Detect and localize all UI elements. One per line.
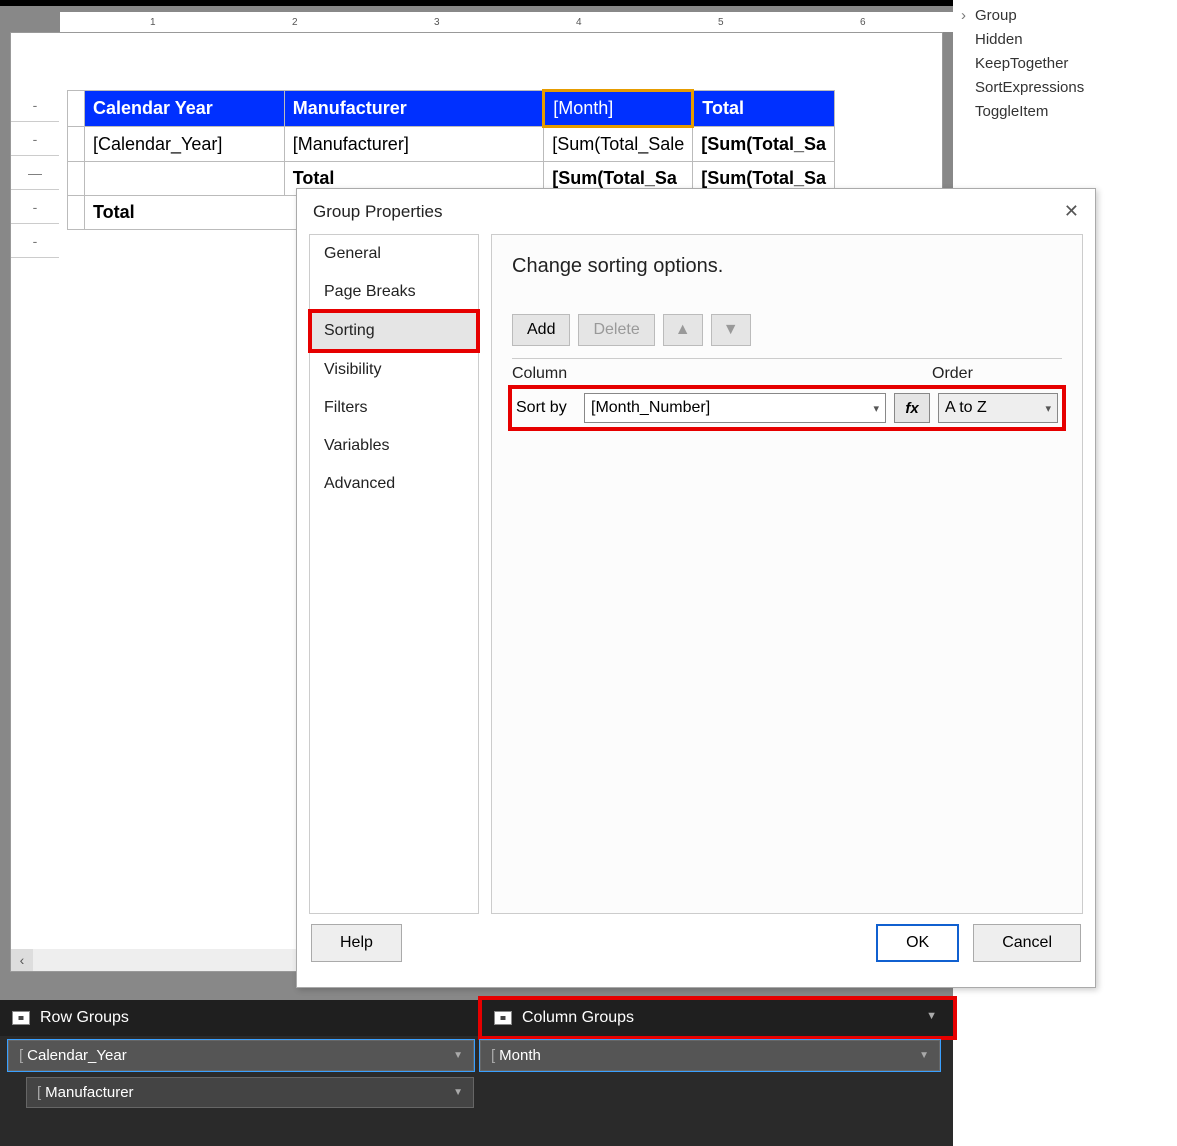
- bracket-icon: [: [37, 1084, 41, 1101]
- scroll-left-icon[interactable]: ‹: [11, 949, 33, 971]
- dialog-description: Change sorting options.: [512, 255, 1062, 278]
- nav-advanced[interactable]: Advanced: [310, 465, 478, 503]
- header-calendar-year[interactable]: Calendar Year: [85, 91, 285, 127]
- sort-row-highlight: Sort by [Month_Number] ▾ fx A to Z ▾: [512, 389, 1062, 427]
- nav-sorting[interactable]: Sorting: [310, 311, 478, 351]
- row-handle[interactable]: -: [11, 88, 59, 122]
- sort-by-combobox[interactable]: [Month_Number] ▾: [584, 393, 886, 423]
- cell-empty[interactable]: [85, 162, 285, 196]
- dialog-content: Change sorting options. Add Delete ▲ ▼ C…: [491, 234, 1083, 914]
- dialog-titlebar: Group Properties ✕: [297, 189, 1095, 234]
- prop-row[interactable]: ›Group: [961, 4, 1169, 28]
- prop-label: ToggleItem: [975, 103, 1048, 120]
- delete-button[interactable]: Delete: [578, 314, 654, 346]
- group-properties-dialog: Group Properties ✕ General Page Breaks S…: [296, 188, 1096, 988]
- sort-toolbar: Add Delete ▲ ▼: [512, 314, 1062, 346]
- table-icon: [12, 1011, 30, 1025]
- bracket-icon: [: [19, 1047, 23, 1064]
- dialog-title: Group Properties: [313, 202, 442, 222]
- cell-manufacturer[interactable]: [Manufacturer]: [284, 127, 543, 162]
- expression-button[interactable]: fx: [894, 393, 930, 423]
- cell-calendar-year[interactable]: [Calendar_Year]: [85, 127, 285, 162]
- row-handle[interactable]: —: [11, 156, 59, 190]
- arrow-up-icon: ▲: [675, 321, 691, 339]
- tablix-corner[interactable]: [68, 91, 85, 127]
- prop-row[interactable]: SortExpressions: [961, 76, 1169, 100]
- header-total[interactable]: Total: [693, 91, 835, 127]
- move-down-button[interactable]: ▼: [711, 314, 751, 346]
- row-handles: - - — - -: [11, 88, 59, 258]
- group-label: Calendar_Year: [27, 1047, 127, 1064]
- order-value: A to Z: [945, 399, 987, 417]
- chevron-down-icon: ▾: [1045, 402, 1051, 415]
- row-handle-cell[interactable]: [68, 127, 85, 162]
- chevron-down-icon[interactable]: ▼: [453, 1050, 463, 1061]
- sort-by-label: Sort by: [516, 399, 576, 417]
- row-groups-label: Row Groups: [40, 1009, 129, 1027]
- row-handle[interactable]: -: [11, 224, 59, 258]
- sort-by-value: [Month_Number]: [591, 399, 710, 417]
- nav-general[interactable]: General: [310, 235, 478, 273]
- row-group-calendar-year[interactable]: [Calendar_Year ▼: [8, 1040, 474, 1071]
- group-label: Manufacturer: [45, 1084, 133, 1101]
- row-group-manufacturer[interactable]: [Manufacturer ▼: [26, 1077, 474, 1108]
- nav-filters[interactable]: Filters: [310, 389, 478, 427]
- row-handle-cell[interactable]: [68, 196, 85, 230]
- row-groups-header[interactable]: Row Groups: [0, 1000, 482, 1036]
- prop-row[interactable]: KeepTogether: [961, 52, 1169, 76]
- column-groups-label: Column Groups: [522, 1009, 634, 1027]
- nav-variables[interactable]: Variables: [310, 427, 478, 465]
- dialog-footer: Help OK Cancel: [297, 914, 1095, 972]
- sort-grid: Column Order Sort by [Month_Number] ▾ fx…: [512, 358, 1062, 427]
- move-up-button[interactable]: ▲: [663, 314, 703, 346]
- chevron-down-icon[interactable]: ▼: [453, 1087, 463, 1098]
- table-icon: [494, 1011, 512, 1025]
- row-handle-cell[interactable]: [68, 162, 85, 196]
- prop-label: Hidden: [975, 31, 1023, 48]
- order-combobox[interactable]: A to Z ▾: [938, 393, 1058, 423]
- close-icon[interactable]: ✕: [1064, 201, 1079, 222]
- column-groups-header[interactable]: Column Groups: [482, 1000, 953, 1036]
- chevron-down-icon: ▾: [873, 402, 879, 415]
- groups-panel: Row Groups Column Groups [Calendar_Year …: [0, 1000, 953, 1146]
- ok-button[interactable]: OK: [876, 924, 959, 962]
- row-handle[interactable]: -: [11, 190, 59, 224]
- cell-row-total[interactable]: [Sum(Total_Sa: [693, 127, 835, 162]
- nav-page-breaks[interactable]: Page Breaks: [310, 273, 478, 311]
- dialog-nav: General Page Breaks Sorting Visibility F…: [309, 234, 479, 914]
- prop-label: Group: [975, 7, 1017, 24]
- fx-icon: fx: [905, 400, 918, 417]
- nav-visibility[interactable]: Visibility: [310, 351, 478, 389]
- add-button[interactable]: Add: [512, 314, 570, 346]
- bracket-icon: [: [491, 1047, 495, 1064]
- sort-row: Sort by [Month_Number] ▾ fx A to Z ▾: [516, 393, 1058, 423]
- group-label: Month: [499, 1047, 541, 1064]
- cancel-button[interactable]: Cancel: [973, 924, 1081, 962]
- header-manufacturer[interactable]: Manufacturer: [284, 91, 543, 127]
- chevron-down-icon[interactable]: ▼: [919, 1050, 929, 1061]
- help-button[interactable]: Help: [311, 924, 402, 962]
- properties-panel: ›Group Hidden KeepTogether SortExpressio…: [953, 0, 1177, 180]
- column-group-month[interactable]: [Month ▼: [480, 1040, 940, 1071]
- column-header: Column: [512, 365, 932, 383]
- row-handle[interactable]: -: [11, 122, 59, 156]
- prop-row[interactable]: Hidden: [961, 28, 1169, 52]
- arrow-down-icon: ▼: [723, 321, 739, 339]
- horizontal-ruler: 1 2 3 4 5 6: [60, 12, 953, 32]
- prop-label: SortExpressions: [975, 79, 1084, 96]
- order-header: Order: [932, 365, 1062, 383]
- chevron-right-icon: ›: [961, 4, 975, 28]
- prop-label: KeepTogether: [975, 55, 1068, 72]
- cell-sum-sales[interactable]: [Sum(Total_Sale: [544, 127, 693, 162]
- header-month-selected[interactable]: [Month]: [544, 91, 693, 127]
- prop-row[interactable]: ToggleItem: [961, 100, 1169, 124]
